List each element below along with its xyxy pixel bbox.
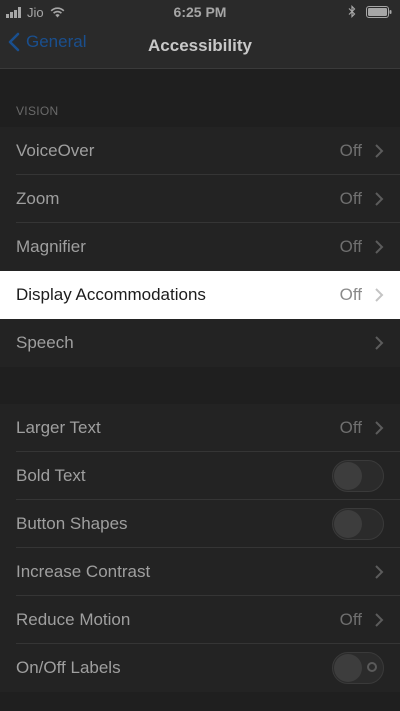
- row-value: Off: [339, 237, 362, 256]
- row-value: Off: [339, 189, 362, 208]
- row-label: Magnifier: [16, 237, 86, 256]
- battery-icon: [366, 5, 392, 18]
- section-header-vision: VISION: [16, 104, 59, 118]
- status-right: [348, 5, 392, 18]
- magnifier-row[interactable]: Magnifier Off: [0, 223, 400, 271]
- interaction-settings-group: Larger Text Off Bold Text Button Shapes …: [0, 404, 400, 692]
- row-label: Display Accommodations: [16, 285, 206, 304]
- button-shapes-toggle[interactable]: [332, 508, 384, 540]
- display-accommodations-row[interactable]: Display Accommodations Off: [0, 271, 400, 319]
- bold-text-row: Bold Text: [0, 452, 400, 500]
- page-title: Accessibility: [148, 36, 252, 55]
- increase-contrast-row[interactable]: Increase Contrast: [0, 548, 400, 596]
- button-shapes-row: Button Shapes: [0, 500, 400, 548]
- row-value: Off: [339, 610, 362, 629]
- on-off-labels-toggle[interactable]: [332, 652, 384, 684]
- chevron-right-icon: [375, 336, 384, 350]
- row-label: Increase Contrast: [16, 562, 151, 581]
- row-label: Larger Text: [16, 418, 101, 437]
- chevron-right-icon: [375, 192, 384, 206]
- row-label: Zoom: [16, 189, 60, 208]
- status-time: 6:25 PM: [173, 4, 227, 20]
- chevron-right-icon: [375, 565, 384, 579]
- status-bar: Jio 6:25 PM: [0, 0, 400, 24]
- row-value: Off: [339, 418, 362, 437]
- chevron-right-icon: [375, 144, 384, 158]
- accessibility-screen: Jio 6:25 PM General Accessibility VISION…: [0, 0, 400, 711]
- row-label: Bold Text: [16, 466, 86, 485]
- row-label: VoiceOver: [16, 141, 95, 160]
- toggle-knob: [334, 654, 362, 682]
- on-off-labels-row: On/Off Labels: [0, 644, 400, 692]
- bold-text-toggle[interactable]: [332, 460, 384, 492]
- voiceover-row[interactable]: VoiceOver Off: [0, 127, 400, 175]
- off-label-circle-icon: [367, 662, 377, 672]
- reduce-motion-row[interactable]: Reduce Motion Off: [0, 596, 400, 644]
- chevron-right-icon: [375, 421, 384, 435]
- toggle-knob: [334, 462, 362, 490]
- row-label: Speech: [16, 333, 74, 352]
- navigation-bar: General Accessibility: [0, 24, 400, 69]
- zoom-row[interactable]: Zoom Off: [0, 175, 400, 223]
- row-label: On/Off Labels: [16, 658, 121, 677]
- row-value: Off: [339, 141, 362, 160]
- chevron-right-icon: [375, 288, 384, 302]
- vision-settings-group: VoiceOver Off Zoom Off Magnifier Off Dis…: [0, 127, 400, 367]
- speech-row[interactable]: Speech: [0, 319, 400, 367]
- chevron-right-icon: [375, 240, 384, 254]
- row-label: Reduce Motion: [16, 610, 131, 629]
- chevron-right-icon: [375, 613, 384, 627]
- larger-text-row[interactable]: Larger Text Off: [0, 404, 400, 452]
- bluetooth-icon: [348, 5, 356, 18]
- row-label: Button Shapes: [16, 514, 128, 533]
- row-value: Off: [339, 285, 362, 304]
- toggle-knob: [334, 510, 362, 538]
